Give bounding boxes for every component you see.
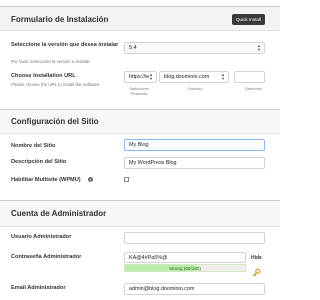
install-url-hint: Please choose the URL to install the sof…: [11, 82, 100, 87]
domain-select[interactable]: blog.doominio.com ▲ ▼: [159, 71, 229, 83]
site-section-title: Configuración del Sitio: [11, 117, 99, 126]
admin-password-input[interactable]: KA@4#Pa5%@: [124, 252, 246, 263]
domain-caption: Dominio: [188, 86, 203, 91]
protocol-value: https://w: [129, 74, 150, 80]
admin-username-label: Usuario Administrador: [11, 234, 72, 240]
multisite-label: Habilitar Multisite (WPMU): [11, 177, 81, 183]
install-section-title: Formulario de Instalación: [11, 15, 109, 24]
admin-password-label: Contraseña Administrador: [11, 254, 82, 260]
info-icon: i: [88, 177, 93, 182]
protocol-caption: Seleccione Protocolo: [129, 86, 149, 96]
admin-email-label: Email Administrador: [11, 285, 66, 291]
site-description-input[interactable]: My WordPress Blog: [124, 157, 265, 169]
version-hint: Por favor seleccione la versión a instal…: [11, 59, 91, 64]
quick-install-button[interactable]: Quick Install: [232, 14, 265, 25]
admin-username-input[interactable]: [124, 232, 265, 244]
password-hide-button[interactable]: Hide: [251, 255, 262, 261]
key-icon[interactable]: [252, 264, 261, 277]
multisite-checkbox[interactable]: [124, 177, 129, 182]
admin-email-input[interactable]: admin@blog.doominio.com: [124, 283, 265, 295]
select-updown-icon: ▲ ▼: [149, 72, 153, 81]
directory-input[interactable]: [234, 71, 265, 83]
directory-caption: Directorio: [245, 86, 263, 91]
protocol-select[interactable]: https://w ▲ ▼: [124, 71, 157, 83]
password-strength-meter: Strong (60/100): [124, 264, 246, 272]
admin-section-title: Cuenta de Administrador: [11, 209, 107, 218]
version-value: 5.4: [129, 45, 137, 51]
site-name-input[interactable]: My Blog: [124, 139, 265, 151]
password-strength-text: Strong (60/100): [169, 265, 201, 271]
version-label: Seleccione la versión que desea instalar: [11, 42, 119, 48]
select-updown-icon: ▲ ▼: [221, 72, 225, 81]
select-updown-icon: ▲ ▼: [257, 43, 261, 52]
site-description-label: Descripción del Sitio: [11, 159, 67, 165]
version-select[interactable]: 5.4 ▲ ▼: [124, 42, 265, 54]
install-url-label: Choose Installation URL: [11, 73, 76, 79]
site-name-label: Nombre del Sitio: [11, 143, 56, 149]
domain-value: blog.doominio.com: [164, 74, 210, 80]
